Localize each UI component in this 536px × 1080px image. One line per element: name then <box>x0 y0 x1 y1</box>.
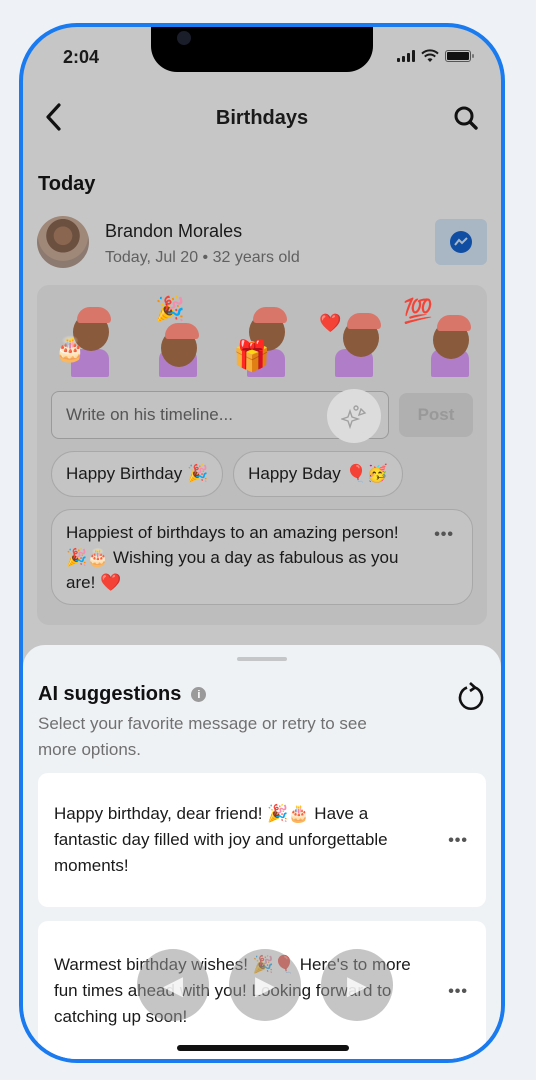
retry-button[interactable] <box>455 681 487 713</box>
page-title: Birthdays <box>215 107 309 129</box>
sheet-grabber[interactable] <box>237 657 287 661</box>
search-icon <box>454 106 478 130</box>
post-button[interactable]: Post <box>399 393 473 437</box>
gift-sticker[interactable]: 🎁 <box>231 299 301 379</box>
messenger-icon <box>450 231 472 253</box>
play-icon: ▶ <box>255 969 275 1000</box>
heart-kiss-sticker[interactable]: ❤️ <box>319 299 389 379</box>
person-name[interactable]: Brandon Morales <box>105 221 242 242</box>
nav-bar: Birthdays <box>23 97 501 137</box>
next-button[interactable]: ▶ <box>321 949 393 1021</box>
quick-replies: Happy Birthday 🎉 Happy Bday 🎈🥳 <box>51 451 403 497</box>
birthday-cake-sticker[interactable]: 🎂 <box>55 299 125 379</box>
birthday-card: 🎂 🎉 🎁 ❤️ 💯 Write on his timeline... Post… <box>37 285 487 625</box>
home-indicator[interactable] <box>177 1045 349 1051</box>
battery-icon <box>445 50 474 62</box>
hundred-sticker[interactable]: 💯 <box>403 298 477 379</box>
sheet-title-text: AI suggestions <box>38 683 182 705</box>
previous-icon: ◀ <box>163 969 183 1000</box>
avatar[interactable] <box>37 216 89 268</box>
suggestion-text: Happy birthday, dear friend! 🎉🎂 Have a f… <box>54 804 388 875</box>
status-icons <box>397 49 474 63</box>
sparkle-icon <box>341 405 367 429</box>
birthday-person-row[interactable]: Brandon Morales Today, Jul 20 • 32 years… <box>37 213 487 273</box>
more-icon[interactable]: ••• <box>448 979 468 1005</box>
info-icon[interactable]: i <box>191 687 207 702</box>
search-button[interactable] <box>453 105 479 131</box>
long-reply-chip[interactable]: Happiest of birthdays to an amazing pers… <box>51 509 473 605</box>
phone-frame: 2:04 Birthdays Today Brandon Morales Tod… <box>19 23 505 1063</box>
signal-icon <box>397 50 415 62</box>
quick-reply-chip[interactable]: Happy Birthday 🎉 <box>51 451 224 497</box>
happy-birthday-sticker[interactable]: 🎉 <box>143 296 213 379</box>
more-icon[interactable]: ••• <box>448 828 468 854</box>
suggestion-card[interactable]: Happy birthday, dear friend! 🎉🎂 Have a f… <box>38 773 486 907</box>
person-meta: Today, Jul 20 • 32 years old <box>105 249 300 266</box>
notch <box>151 27 373 72</box>
play-button[interactable]: ▶ <box>229 949 301 1021</box>
section-title: Today <box>38 173 96 195</box>
sheet-title: AI suggestions i <box>38 683 207 706</box>
more-icon[interactable]: ••• <box>434 522 454 547</box>
sticker-row: 🎂 🎉 🎁 ❤️ 💯 <box>55 296 477 379</box>
camera <box>177 31 191 45</box>
next-icon: ▶ <box>347 969 367 1000</box>
previous-button[interactable]: ◀ <box>137 949 209 1021</box>
wifi-icon <box>421 49 439 62</box>
refresh-icon <box>458 682 484 710</box>
messenger-button[interactable] <box>435 219 487 265</box>
sheet-subtitle: Select your favorite message or retry to… <box>38 714 367 759</box>
status-time: 2:04 <box>63 47 100 67</box>
composer-row: Write on his timeline... Post <box>51 389 473 443</box>
long-reply-text: Happiest of birthdays to an amazing pers… <box>66 523 399 592</box>
quick-reply-chip[interactable]: Happy Bday 🎈🥳 <box>233 451 403 497</box>
ai-suggest-button[interactable] <box>327 389 381 443</box>
